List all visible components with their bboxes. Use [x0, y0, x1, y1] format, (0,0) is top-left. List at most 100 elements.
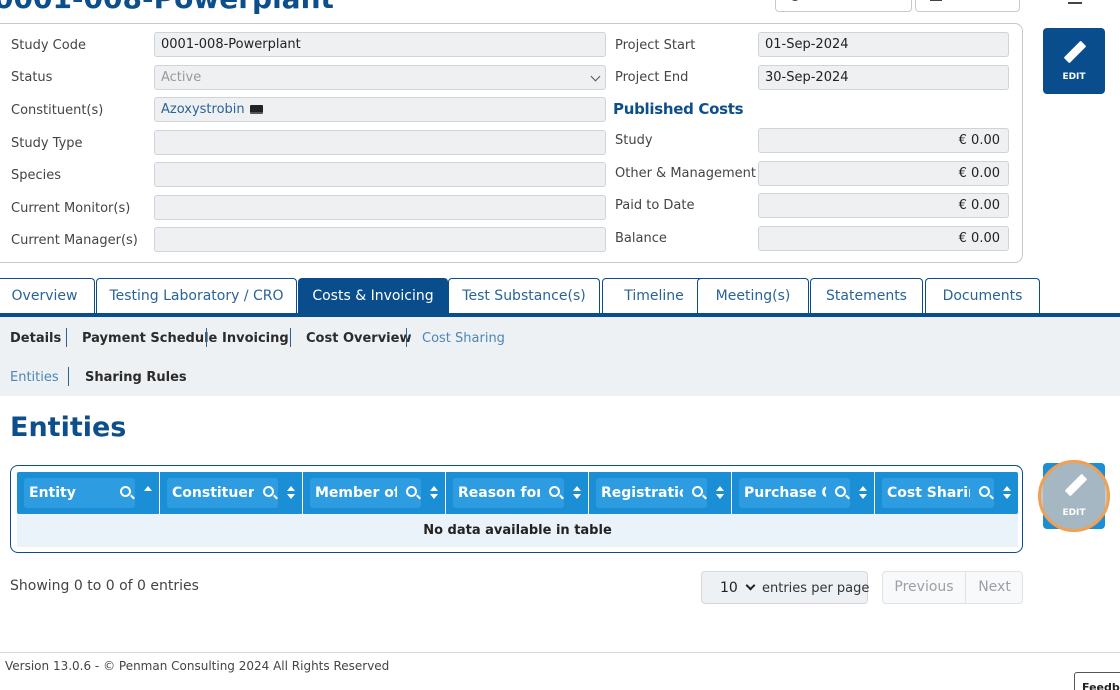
entities-heading: Entities: [10, 412, 127, 443]
subnav-separator: [66, 328, 67, 347]
sort-icon[interactable]: [287, 486, 295, 500]
version-text: Version 13.0.6 - © Penman Consulting 202…: [5, 659, 390, 673]
tab-statements[interactable]: Statements: [810, 278, 923, 314]
sort-icon[interactable]: [716, 486, 724, 500]
search-icon[interactable]: [549, 486, 560, 497]
pencil-icon: [1065, 42, 1085, 70]
feedback-button[interactable]: Feedback: [1074, 672, 1120, 690]
next-button[interactable]: Next: [966, 572, 1023, 603]
menu-icon[interactable]: [1068, 0, 1082, 4]
status-value: Active: [161, 70, 202, 85]
table-header: Entity Constituent(s) Member of Consorti…: [17, 472, 1018, 514]
constituents-label: Constituent(s): [11, 103, 104, 118]
page-length-select[interactable]: 10 entries per page: [701, 571, 870, 604]
bookmark-icon: [790, 0, 800, 1]
subnav-separator: [406, 328, 407, 347]
cost-other-field: € 0.00: [758, 161, 1009, 186]
project-start-label: Project Start: [615, 38, 696, 53]
bookmark-button[interactable]: [775, 0, 912, 12]
tab-overview[interactable]: Overview: [0, 278, 95, 314]
column-entity[interactable]: Entity: [17, 472, 160, 514]
species-field[interactable]: [154, 162, 606, 187]
table-info: Showing 0 to 0 of 0 entries: [10, 578, 199, 594]
cost-other-label: Other & Management: [615, 166, 756, 181]
column-reason-for-inclusion[interactable]: Reason for Inclusion: [446, 472, 589, 514]
study-type-label: Study Type: [11, 136, 83, 151]
edit-study-label: EDIT: [1062, 72, 1086, 82]
subnav-separator: [68, 367, 69, 386]
constituent-link[interactable]: Azoxystrobin: [161, 102, 245, 117]
current-monitor-label: Current Monitor(s): [11, 201, 131, 216]
cost-study-field: € 0.00: [758, 128, 1009, 153]
tab-meetings[interactable]: Meeting(s): [697, 278, 809, 314]
column-registration[interactable]: Registration: [589, 472, 732, 514]
footer-divider: [0, 652, 1120, 653]
chevron-down-icon: [745, 580, 756, 591]
sort-icon[interactable]: [573, 486, 581, 500]
laptop-icon: [249, 105, 263, 114]
subnav-entities[interactable]: Entities: [10, 370, 59, 385]
current-manager-field[interactable]: [154, 227, 606, 252]
constituents-field[interactable]: Azoxystrobin: [154, 97, 606, 122]
search-icon[interactable]: [263, 486, 274, 497]
subnav-invoicing[interactable]: Invoicing: [222, 331, 289, 346]
search-icon[interactable]: [979, 486, 990, 497]
edit-study-button[interactable]: EDIT: [1043, 28, 1105, 94]
project-start-field[interactable]: 01-Sep-2024: [758, 32, 1009, 57]
paid-to-date-field: € 0.00: [758, 193, 1009, 218]
sub-navigation: Details Payment Schedule Invoicing Cost …: [0, 317, 1120, 396]
subnav-cost-overview[interactable]: Cost Overview: [306, 331, 411, 346]
search-icon[interactable]: [835, 486, 846, 497]
column-title: Constituent(s): [172, 485, 254, 501]
column-member-of-consortium[interactable]: Member of Consortium: [303, 472, 446, 514]
tab-test-substances[interactable]: Test Substance(s): [448, 278, 600, 314]
column-title: Cost Sharing: [887, 485, 970, 501]
status-select[interactable]: Active: [154, 65, 606, 90]
search-icon[interactable]: [692, 486, 703, 497]
sort-asc-icon[interactable]: [144, 486, 152, 500]
edit-entities-button[interactable]: EDIT: [1038, 460, 1110, 532]
current-monitor-field[interactable]: [154, 195, 606, 220]
print-button[interactable]: [915, 0, 1020, 12]
column-cost-sharing[interactable]: Cost Sharing: [875, 472, 1018, 514]
tab-documents[interactable]: Documents: [925, 278, 1040, 314]
previous-button[interactable]: Previous: [883, 572, 966, 603]
column-purchase-order[interactable]: Purchase Order: [732, 472, 875, 514]
chevron-down-icon: [590, 71, 601, 82]
sort-icon[interactable]: [430, 486, 438, 500]
sort-icon[interactable]: [859, 486, 867, 500]
study-type-field[interactable]: [154, 130, 606, 155]
column-title: Reason for Inclusion: [458, 485, 540, 501]
sort-icon[interactable]: [1003, 486, 1011, 500]
published-costs-title: Published Costs: [613, 100, 744, 118]
header-tools: [1064, 0, 1114, 8]
pencil-icon: [1066, 475, 1086, 503]
entities-table: Entity Constituent(s) Member of Consorti…: [10, 465, 1023, 553]
tab-testing-laboratory[interactable]: Testing Laboratory / CRO: [96, 278, 297, 314]
page-length-label: entries per page: [762, 581, 870, 596]
tab-timeline[interactable]: Timeline: [602, 278, 706, 314]
column-constituents[interactable]: Constituent(s): [160, 472, 303, 514]
subnav-details[interactable]: Details: [10, 331, 61, 346]
search-icon[interactable]: [406, 486, 417, 497]
balance-label: Balance: [615, 231, 667, 246]
subnav-cost-sharing[interactable]: Cost Sharing: [422, 331, 505, 346]
pagination: Previous Next: [882, 571, 1023, 604]
study-code-label: Study Code: [11, 38, 86, 53]
tab-costs-invoicing[interactable]: Costs & Invoicing: [298, 278, 448, 314]
page-length-value: 10: [720, 580, 738, 596]
study-details-card: Study Code 0001-008-Powerplant Status Ac…: [0, 23, 1023, 263]
species-label: Species: [11, 168, 62, 183]
edit-entities-label: EDIT: [1062, 508, 1086, 518]
subnav-separator: [290, 328, 291, 347]
project-end-field[interactable]: 30-Sep-2024: [758, 65, 1009, 90]
paid-to-date-label: Paid to Date: [615, 198, 695, 213]
search-icon[interactable]: [120, 486, 131, 497]
subnav-sharing-rules[interactable]: Sharing Rules: [85, 370, 187, 385]
status-label: Status: [11, 70, 53, 85]
column-title: Registration: [601, 485, 683, 501]
page-title: 0001-008-Powerplant: [0, 0, 334, 15]
subnav-payment-schedule[interactable]: Payment Schedule: [82, 331, 217, 346]
balance-field: € 0.00: [758, 226, 1009, 251]
study-code-field[interactable]: 0001-008-Powerplant: [154, 32, 606, 57]
